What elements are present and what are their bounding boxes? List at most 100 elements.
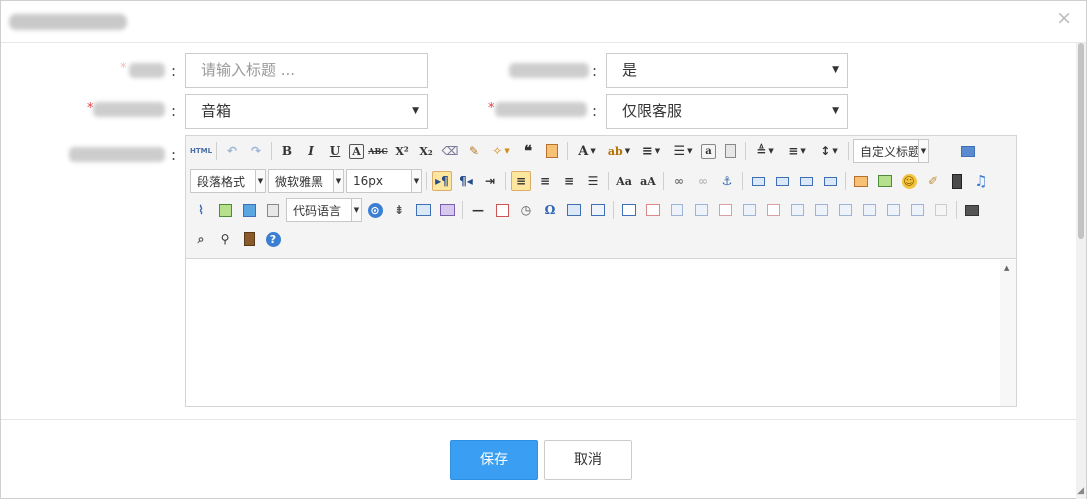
page-break-icon[interactable]: [720, 141, 740, 161]
ordered-list-icon[interactable]: ≡ ▼: [637, 141, 665, 161]
attachment-icon[interactable]: ⌇: [191, 200, 211, 220]
word-image-icon[interactable]: [588, 200, 608, 220]
unlink-icon[interactable]: ∞: [693, 171, 713, 191]
custom-title-select[interactable]: 自定义标题 ▼: [853, 139, 929, 163]
insert-video-icon[interactable]: [947, 171, 967, 191]
music-icon[interactable]: ♫: [971, 171, 991, 191]
bold-button[interactable]: B: [277, 141, 297, 161]
page-break-row-icon[interactable]: ⇟: [389, 200, 409, 220]
align-right-icon[interactable]: ≡: [559, 171, 579, 191]
emotion-icon[interactable]: ☺: [899, 171, 919, 191]
format-brush-icon[interactable]: ✎: [464, 141, 484, 161]
image-center-icon[interactable]: [820, 171, 840, 191]
lowercase-icon[interactable]: aA: [638, 171, 658, 191]
print-icon[interactable]: [962, 200, 982, 220]
image-none-icon[interactable]: [748, 171, 768, 191]
resize-grip-icon[interactable]: ◢: [1077, 486, 1084, 496]
horizontal-rule-icon[interactable]: —: [468, 200, 488, 220]
paragraph-format-select[interactable]: 段落格式 ▼: [190, 169, 266, 193]
uppercase-icon[interactable]: Aa: [614, 171, 634, 191]
dialog-scrollbar[interactable]: [1076, 43, 1086, 499]
align-center-icon[interactable]: ≡: [535, 171, 555, 191]
rtl-direction-icon[interactable]: ¶◂: [456, 171, 476, 191]
special-chars-icon[interactable]: Ω: [540, 200, 560, 220]
ltr-direction-icon[interactable]: ▸¶: [432, 171, 452, 191]
highlight-color-button[interactable]: ab ▼: [605, 141, 633, 161]
scroll-up-icon[interactable]: ▲: [1004, 264, 1009, 272]
gmap-icon[interactable]: [239, 200, 259, 220]
indent-icon[interactable]: ⇥: [480, 171, 500, 191]
anchor-text-icon[interactable]: a: [701, 143, 716, 159]
delete-table-icon[interactable]: [643, 200, 663, 220]
image-left-icon[interactable]: [772, 171, 792, 191]
scrawl-icon[interactable]: ✐: [923, 171, 943, 191]
line-height-icon[interactable]: ↕ ▼: [815, 141, 843, 161]
row-spacing-bottom-icon[interactable]: ≡ ▼: [783, 141, 811, 161]
superscript-button[interactable]: X²: [392, 141, 412, 161]
code-language-select[interactable]: 代码语言 ▼: [286, 198, 362, 222]
font-border-button[interactable]: A: [349, 143, 364, 159]
close-icon[interactable]: ×: [1056, 9, 1072, 28]
font-family-select[interactable]: 微软雅黑 ▼: [268, 169, 344, 193]
delete-col-icon[interactable]: [763, 200, 783, 220]
visibility-select[interactable]: 仅限客服 ▼: [606, 94, 848, 129]
insert-image-icon[interactable]: [875, 171, 895, 191]
fullscreen-icon[interactable]: [958, 141, 978, 161]
blockquote-icon[interactable]: ❝: [518, 141, 538, 161]
chart-icon[interactable]: [931, 200, 951, 220]
save-button[interactable]: 保存: [450, 440, 538, 480]
split-to-cells-icon[interactable]: [859, 200, 879, 220]
split-to-cols-icon[interactable]: [907, 200, 927, 220]
delete-row-icon[interactable]: [715, 200, 735, 220]
insert-col-icon[interactable]: [739, 200, 759, 220]
cancel-button[interactable]: 取消: [544, 440, 632, 480]
editor-content-area[interactable]: [186, 260, 1016, 406]
drafts-icon[interactable]: [239, 229, 259, 249]
snap-screen-icon[interactable]: [564, 200, 584, 220]
auto-format-icon[interactable]: ✧ ▼: [488, 141, 514, 161]
help-icon[interactable]: ?: [263, 229, 283, 249]
merge-cells-icon[interactable]: [787, 200, 807, 220]
category-select-value: 音箱: [201, 102, 232, 120]
strikethrough-button[interactable]: ABC: [368, 141, 388, 161]
align-left-icon[interactable]: ≡: [511, 171, 531, 191]
insert-paragraph-before-table-icon[interactable]: [667, 200, 687, 220]
html-source-button[interactable]: HTML: [190, 141, 212, 161]
unordered-list-icon[interactable]: ☰ ▼: [669, 141, 697, 161]
row-spacing-top-icon[interactable]: ≜ ▼: [751, 141, 779, 161]
dialog-scrollbar-thumb[interactable]: [1078, 43, 1084, 239]
eraser-icon[interactable]: ⌫: [440, 141, 460, 161]
webapp-icon[interactable]: ⊙: [365, 200, 385, 220]
editor-scrollbar[interactable]: ▲: [1000, 260, 1016, 406]
insert-table-icon[interactable]: [619, 200, 639, 220]
simple-upload-icon[interactable]: [851, 171, 871, 191]
split-to-rows-icon[interactable]: [883, 200, 903, 220]
preview-icon[interactable]: ⌕: [191, 229, 211, 249]
top-select[interactable]: 是 ▼: [606, 53, 848, 88]
font-size-select[interactable]: 16px ▼: [346, 169, 422, 193]
background-icon[interactable]: [437, 200, 457, 220]
anchor-icon[interactable]: ⚓: [717, 171, 737, 191]
redo-icon[interactable]: ↷: [246, 141, 266, 161]
title-input[interactable]: 请输入标题 ...: [185, 53, 428, 88]
subscript-button[interactable]: X₂: [416, 141, 436, 161]
font-color-button[interactable]: A ▼: [573, 141, 601, 161]
align-justify-icon[interactable]: ☰: [583, 171, 603, 191]
time-icon[interactable]: ◷: [516, 200, 536, 220]
undo-icon[interactable]: ↶: [222, 141, 242, 161]
link-icon[interactable]: ∞: [669, 171, 689, 191]
map-icon[interactable]: [215, 200, 235, 220]
visibility-colon: :: [592, 102, 598, 120]
paste-plain-icon[interactable]: [542, 141, 562, 161]
template-icon[interactable]: [413, 200, 433, 220]
merge-right-icon[interactable]: [811, 200, 831, 220]
image-right-icon[interactable]: [796, 171, 816, 191]
search-replace-icon[interactable]: ⚲: [215, 229, 235, 249]
insert-frame-icon[interactable]: [263, 200, 283, 220]
category-select[interactable]: 音箱 ▼: [185, 94, 428, 129]
date-icon[interactable]: [492, 200, 512, 220]
underline-button[interactable]: U: [325, 141, 345, 161]
insert-row-icon[interactable]: [691, 200, 711, 220]
merge-down-icon[interactable]: [835, 200, 855, 220]
italic-button[interactable]: I: [301, 141, 321, 161]
